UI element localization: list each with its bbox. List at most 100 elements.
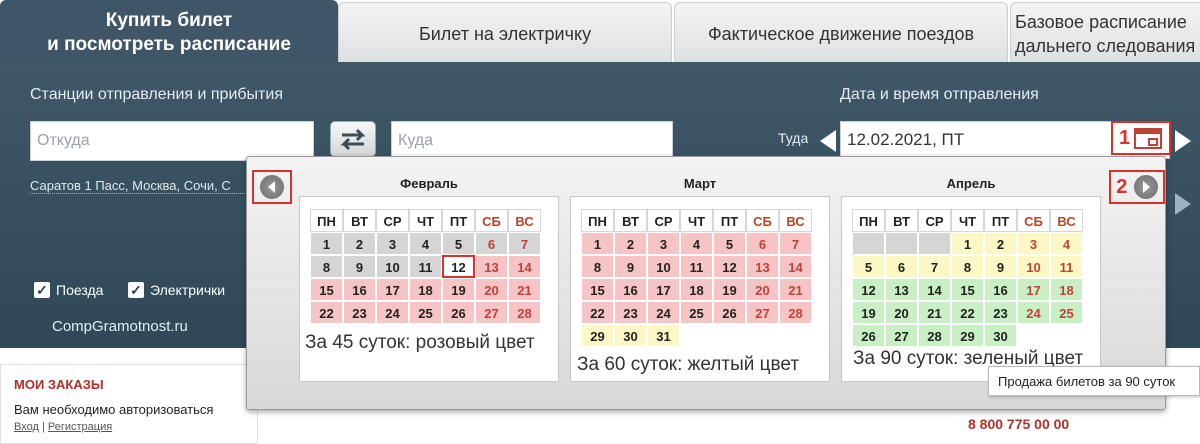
day-cell[interactable]: 13 <box>475 255 508 278</box>
day-cell[interactable]: 28 <box>508 301 541 324</box>
day-cell[interactable]: 10 <box>647 255 680 278</box>
day-cell[interactable]: 24 <box>376 301 409 324</box>
day-cell[interactable]: 5 <box>852 255 885 278</box>
day-cell[interactable]: 11 <box>680 255 713 278</box>
day-cell[interactable]: 12 <box>442 255 475 278</box>
day-cell[interactable]: 17 <box>376 278 409 301</box>
quick-stations-links[interactable]: Саратов 1 Пасс, Москва, Сочи, С <box>30 178 255 194</box>
day-cell[interactable]: 22 <box>310 301 343 324</box>
day-cell[interactable]: 23 <box>614 301 647 324</box>
day-cell[interactable]: 27 <box>746 301 779 324</box>
day-cell[interactable]: 28 <box>918 324 951 347</box>
day-cell[interactable]: 10 <box>1017 255 1050 278</box>
day-cell[interactable]: 15 <box>951 278 984 301</box>
day-cell[interactable]: 12 <box>713 255 746 278</box>
day-cell[interactable]: 1 <box>581 232 614 255</box>
day-cell[interactable]: 15 <box>310 278 343 301</box>
day-cell[interactable]: 17 <box>647 278 680 301</box>
day-cell[interactable]: 4 <box>409 232 442 255</box>
day-cell[interactable]: 21 <box>508 278 541 301</box>
calendar-prev-button[interactable] <box>252 170 292 204</box>
day-cell[interactable]: 1 <box>310 232 343 255</box>
checkbox-electric[interactable]: ✓ Электрички <box>128 282 225 298</box>
day-cell[interactable]: 1 <box>951 232 984 255</box>
day-cell[interactable]: 12 <box>852 278 885 301</box>
day-cell[interactable]: 19 <box>442 278 475 301</box>
day-cell[interactable]: 9 <box>984 255 1017 278</box>
day-cell[interactable]: 14 <box>918 278 951 301</box>
day-cell[interactable]: 7 <box>779 232 812 255</box>
day-cell[interactable]: 7 <box>508 232 541 255</box>
day-cell[interactable]: 6 <box>746 232 779 255</box>
day-cell[interactable]: 24 <box>647 301 680 324</box>
day-cell[interactable]: 9 <box>343 255 376 278</box>
return-next-arrow-icon[interactable] <box>1175 193 1191 215</box>
day-cell[interactable]: 14 <box>779 255 812 278</box>
day-cell[interactable]: 25 <box>409 301 442 324</box>
day-cell[interactable]: 6 <box>885 255 918 278</box>
day-cell[interactable]: 3 <box>376 232 409 255</box>
day-cell[interactable]: 30 <box>614 324 647 347</box>
day-cell[interactable]: 5 <box>442 232 475 255</box>
day-cell[interactable]: 16 <box>614 278 647 301</box>
day-cell[interactable]: 15 <box>581 278 614 301</box>
day-cell[interactable]: 31 <box>647 324 680 347</box>
day-cell[interactable]: 24 <box>1017 301 1050 324</box>
day-cell[interactable]: 30 <box>984 324 1017 347</box>
day-cell[interactable]: 2 <box>343 232 376 255</box>
day-cell[interactable]: 14 <box>508 255 541 278</box>
day-cell[interactable]: 22 <box>951 301 984 324</box>
day-cell[interactable]: 13 <box>885 278 918 301</box>
calendar-button[interactable]: 1 <box>1111 121 1171 155</box>
calendar-next-button[interactable]: 2 <box>1109 170 1165 204</box>
day-cell[interactable]: 6 <box>475 232 508 255</box>
day-cell[interactable]: 3 <box>1017 232 1050 255</box>
day-cell[interactable]: 25 <box>680 301 713 324</box>
day-cell[interactable]: 23 <box>984 301 1017 324</box>
day-cell[interactable]: 3 <box>647 232 680 255</box>
day-cell[interactable]: 5 <box>713 232 746 255</box>
day-cell[interactable]: 17 <box>1017 278 1050 301</box>
day-cell[interactable]: 18 <box>1050 278 1083 301</box>
day-cell[interactable]: 10 <box>376 255 409 278</box>
day-cell[interactable]: 9 <box>614 255 647 278</box>
date-prev-arrow-icon[interactable] <box>820 130 836 152</box>
day-cell[interactable]: 8 <box>951 255 984 278</box>
day-cell[interactable]: 13 <box>746 255 779 278</box>
register-link[interactable]: Регистрация <box>48 421 112 433</box>
day-cell[interactable]: 4 <box>680 232 713 255</box>
day-cell[interactable]: 11 <box>1050 255 1083 278</box>
day-cell[interactable]: 29 <box>581 324 614 347</box>
day-cell[interactable]: 26 <box>713 301 746 324</box>
day-cell[interactable]: 11 <box>409 255 442 278</box>
checkbox-trains[interactable]: ✓ Поезда <box>34 282 103 298</box>
day-cell[interactable]: 21 <box>918 301 951 324</box>
day-cell[interactable]: 20 <box>885 301 918 324</box>
day-cell[interactable]: 28 <box>779 301 812 324</box>
day-cell[interactable]: 20 <box>746 278 779 301</box>
day-cell[interactable]: 21 <box>779 278 812 301</box>
day-cell[interactable]: 8 <box>581 255 614 278</box>
swap-stations-button[interactable] <box>330 121 376 157</box>
day-cell[interactable]: 2 <box>984 232 1017 255</box>
day-cell[interactable]: 29 <box>951 324 984 347</box>
day-cell[interactable]: 16 <box>343 278 376 301</box>
day-cell[interactable]: 27 <box>885 324 918 347</box>
day-cell[interactable]: 23 <box>343 301 376 324</box>
day-cell[interactable]: 16 <box>984 278 1017 301</box>
date-next-arrow-icon[interactable] <box>1175 130 1191 152</box>
tab-electric-ticket[interactable]: Билет на электричку <box>338 2 672 64</box>
day-cell[interactable]: 27 <box>475 301 508 324</box>
tab-base-schedule[interactable]: Базовое расписание дальнего следования <box>1010 2 1200 64</box>
day-cell[interactable]: 20 <box>475 278 508 301</box>
to-input[interactable]: Куда <box>391 121 673 161</box>
from-input[interactable]: Откуда <box>30 121 314 161</box>
day-cell[interactable]: 19 <box>713 278 746 301</box>
day-cell[interactable]: 22 <box>581 301 614 324</box>
login-link[interactable]: Вход <box>14 421 39 433</box>
day-cell[interactable]: 26 <box>852 324 885 347</box>
day-cell[interactable]: 8 <box>310 255 343 278</box>
day-cell[interactable]: 7 <box>918 255 951 278</box>
tab-buy-ticket[interactable]: Купить билет и посмотреть расписание <box>0 0 338 64</box>
tab-train-movement[interactable]: Фактическое движение поездов <box>674 2 1008 64</box>
